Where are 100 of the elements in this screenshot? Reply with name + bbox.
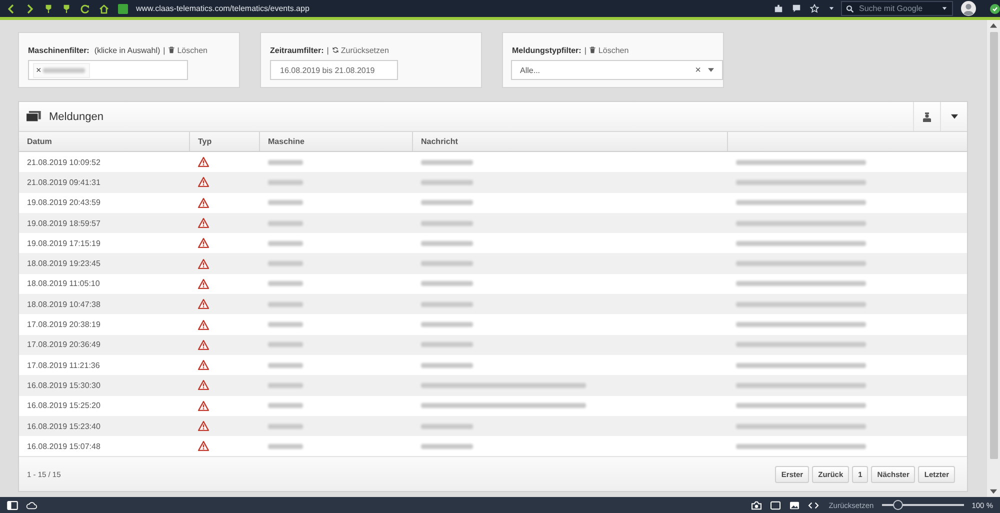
blurred-text xyxy=(421,160,473,165)
table-cell-text: 18.08.2019 10:47:38 xyxy=(26,298,102,311)
stack-icon xyxy=(26,111,41,122)
clear-button[interactable]: × xyxy=(695,64,701,76)
check-circle-icon[interactable] xyxy=(990,4,1000,14)
blurred-text xyxy=(268,444,303,449)
table-cell-text: 18.08.2019 19:23:45 xyxy=(26,258,102,270)
message-type-select[interactable]: Alle... × xyxy=(511,60,723,80)
machine-filter-field[interactable]: × xyxy=(28,60,188,80)
blurred-text xyxy=(421,424,473,428)
caret-icon xyxy=(950,114,958,119)
blurred-text xyxy=(421,342,473,348)
blurred-text xyxy=(268,382,303,388)
filter-hint: (klicke in Auswahl) xyxy=(94,46,160,54)
table-cell-text: 17.08.2019 20:36:49 xyxy=(26,339,102,352)
column-header[interactable]: Nachricht xyxy=(413,132,728,151)
address-bar[interactable]: www.claas-telematics.com/telematics/events.app xyxy=(118,1,762,16)
warning-icon xyxy=(198,340,209,350)
table-cell-text: 16.08.2019 15:23:40 xyxy=(26,420,102,432)
blurred-text xyxy=(421,302,473,307)
warning-icon xyxy=(198,299,209,310)
remove-tag-button[interactable]: × xyxy=(36,65,42,75)
blurred-text xyxy=(268,302,303,307)
blurred-text xyxy=(268,403,303,408)
sidebar-icon[interactable] xyxy=(7,500,18,510)
separator-text: | xyxy=(163,46,166,54)
table-cell-text: 19.08.2019 18:59:57 xyxy=(26,218,102,230)
blurred-text xyxy=(268,322,303,328)
table-cell-text: 17.08.2019 20:38:19 xyxy=(26,319,102,332)
table-cell-text: 19.08.2019 17:15:19 xyxy=(26,238,102,250)
warning-icon xyxy=(198,441,209,452)
home-icon[interactable] xyxy=(99,4,109,14)
reload-icon[interactable] xyxy=(80,4,90,14)
caret-icon[interactable] xyxy=(828,5,835,12)
scroll-up-icon[interactable] xyxy=(990,23,997,28)
table-row[interactable]: 21.08.2019 09:41:31 xyxy=(19,172,967,193)
warning-icon xyxy=(198,157,209,168)
trash-icon xyxy=(168,46,176,54)
scroll-down-icon[interactable] xyxy=(990,489,997,494)
warning-icon xyxy=(198,258,209,269)
scrollbar[interactable] xyxy=(987,20,1000,497)
blurred-text xyxy=(268,160,303,165)
blurred-text xyxy=(268,424,303,428)
search-field[interactable]: Suche mit Google xyxy=(841,1,953,16)
pin-icon[interactable] xyxy=(62,4,71,13)
separator-text: | xyxy=(326,46,329,54)
back-icon[interactable] xyxy=(6,4,16,14)
avatar-icon[interactable] xyxy=(961,1,976,16)
code-icon[interactable] xyxy=(808,500,819,510)
table-row[interactable]: 19.08.2019 18:59:57 xyxy=(19,212,967,234)
blurred-text xyxy=(421,322,473,328)
warning-icon xyxy=(198,238,209,248)
table-row[interactable]: 16.08.2019 15:23:40 xyxy=(19,416,967,436)
star-icon[interactable] xyxy=(810,4,819,13)
cloud-icon[interactable] xyxy=(26,500,37,510)
caret-icon[interactable] xyxy=(708,68,714,72)
forward-icon[interactable] xyxy=(25,4,35,14)
table-cell-text: 18.08.2019 11:05:10 xyxy=(26,278,101,290)
scrollbar-thumb[interactable] xyxy=(990,32,998,459)
table-cell-text: 16.08.2019 15:30:30 xyxy=(26,380,102,392)
separator-text: | xyxy=(584,46,586,54)
pin-icon[interactable] xyxy=(44,4,53,13)
delete-link[interactable]: Löschen xyxy=(589,46,629,54)
table-cell-text: 16.08.2019 15:07:48 xyxy=(26,440,102,453)
column-header[interactable]: Datum xyxy=(19,132,190,151)
blurred-text xyxy=(268,362,303,368)
table-cell-text: 19.08.2019 20:43:59 xyxy=(26,197,102,210)
warning-icon xyxy=(198,320,209,330)
table-cell-text: 21.08.2019 10:09:52 xyxy=(26,156,102,169)
blurred-text xyxy=(43,68,86,72)
warning-icon xyxy=(198,218,209,228)
blurred-text xyxy=(268,281,303,286)
blurred-text xyxy=(421,240,473,246)
warning-icon xyxy=(198,360,209,370)
table-row[interactable]: 18.08.2019 10:47:38 xyxy=(19,294,967,314)
chat-icon[interactable] xyxy=(792,4,801,13)
delete-link[interactable]: Löschen xyxy=(168,46,208,54)
extension-icon[interactable] xyxy=(774,4,783,13)
image-icon[interactable] xyxy=(788,500,800,510)
blurred-text xyxy=(268,240,303,246)
window-icon[interactable] xyxy=(770,500,781,510)
date-range-field[interactable]: 16.08.2019 bis 21.08.2019 xyxy=(270,60,398,80)
warning-icon xyxy=(198,177,209,188)
blurred-text xyxy=(421,180,473,185)
column-header[interactable]: Typ xyxy=(190,132,260,151)
table-row[interactable]: 16.08.2019 15:30:30 xyxy=(19,375,967,396)
caret-icon[interactable] xyxy=(941,5,948,12)
column-header[interactable]: Maschine xyxy=(260,132,413,151)
person-icon xyxy=(922,112,932,122)
warning-icon xyxy=(198,278,209,289)
table-row[interactable]: 18.08.2019 19:23:45 xyxy=(19,253,967,274)
blurred-text xyxy=(268,200,303,206)
blurred-text xyxy=(421,261,473,266)
reset-link[interactable]: Zurücksetzen xyxy=(332,46,389,54)
blurred-text xyxy=(268,180,303,185)
slider-thumb[interactable] xyxy=(893,500,904,510)
user-button[interactable] xyxy=(913,102,941,131)
table-row[interactable]: 17.08.2019 20:36:49 xyxy=(19,334,967,355)
camera-icon[interactable] xyxy=(750,500,762,510)
blurred-text xyxy=(421,220,473,226)
